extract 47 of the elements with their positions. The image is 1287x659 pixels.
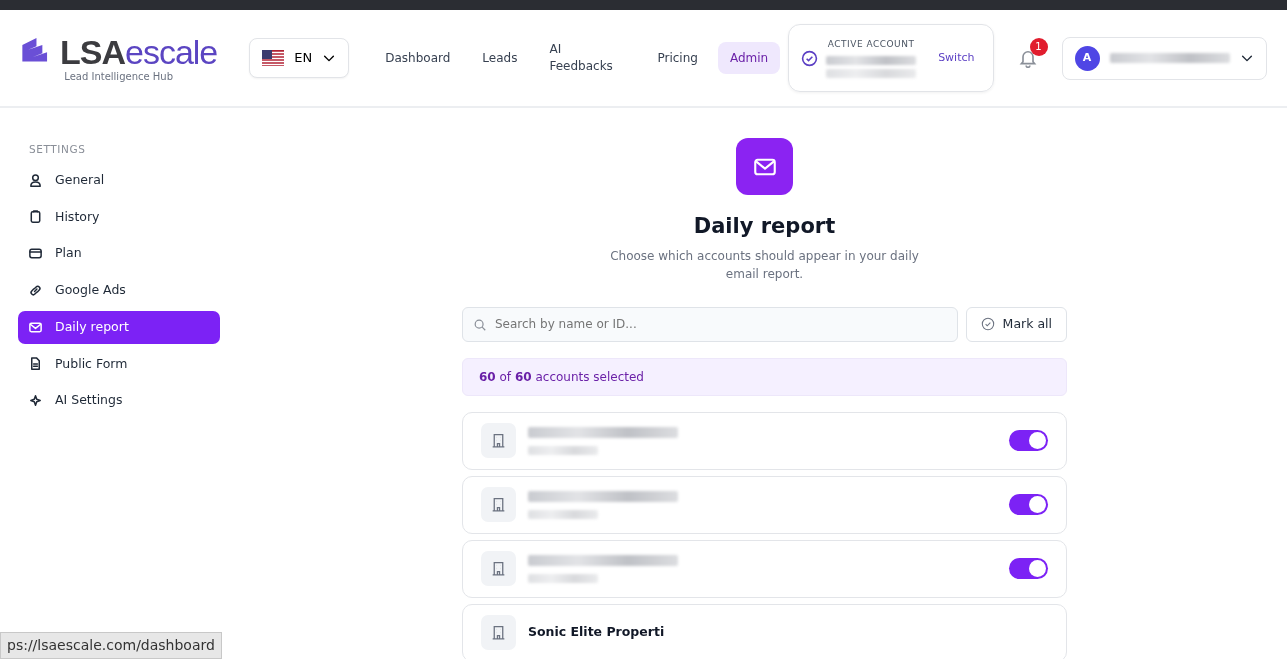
- sidebar-heading: SETTINGS: [28, 142, 87, 157]
- account-name: Sonic Elite Properti: [528, 623, 666, 642]
- check-circle-icon: [801, 49, 819, 67]
- search-field[interactable]: Search by name or ID...: [462, 306, 958, 342]
- user-menu[interactable]: A: [1061, 36, 1267, 80]
- building-icon: [490, 560, 507, 577]
- selection-summary: 60 of 60 accounts selected: [462, 357, 1067, 396]
- redacted-text: [528, 509, 598, 519]
- nav-tab[interactable]: Dashboard: [373, 41, 463, 75]
- sidebar-item[interactable]: History: [18, 200, 220, 234]
- document-icon: [28, 356, 43, 372]
- sidebar-item[interactable]: Google Ads: [18, 274, 220, 307]
- sidebar-item[interactable]: AI Settings: [18, 384, 220, 417]
- building-icon: [490, 432, 507, 449]
- toggle-switch[interactable]: [1009, 494, 1048, 515]
- building-icon: [490, 624, 507, 641]
- switch-link[interactable]: Switch: [932, 48, 981, 68]
- status-url: ps://lsaescale.com/dashboard: [0, 632, 222, 659]
- us-flag-icon: [262, 50, 285, 66]
- nav-tab[interactable]: Pricing: [645, 41, 710, 75]
- sparkle-icon: [28, 393, 43, 409]
- sidebar-item[interactable]: Daily report: [18, 310, 220, 344]
- user-avatar: A: [1074, 45, 1100, 71]
- nav-tab[interactable]: Admin: [717, 41, 781, 75]
- toggle-switch[interactable]: [1009, 558, 1048, 579]
- logo-tagline: Lead Intelligence Hub: [64, 69, 174, 84]
- logo-text: LSA: [60, 32, 125, 71]
- sidebar-item[interactable]: General: [18, 163, 220, 197]
- nav-tab[interactable]: Leads: [470, 41, 530, 75]
- nav-tab[interactable]: AI Feedbacks: [537, 33, 638, 83]
- check-circle-icon: [980, 317, 995, 331]
- page-subtitle: Choose which accounts should appear in your daily email report.: [609, 247, 920, 283]
- redacted-text: [528, 573, 598, 583]
- active-account-label: ACTIVE ACCOUNT: [827, 38, 915, 52]
- mark-all-button[interactable]: Mark all: [965, 306, 1067, 342]
- sidebar-item[interactable]: Plan: [18, 237, 220, 270]
- logo-text: escale: [125, 32, 218, 71]
- page-title: Daily report: [693, 213, 836, 240]
- sidebar-item[interactable]: Public Form: [18, 347, 220, 381]
- toggle-switch[interactable]: [1009, 430, 1048, 451]
- language-dropdown[interactable]: EN: [249, 38, 350, 78]
- building-icon: [490, 496, 507, 513]
- bell-icon[interactable]: [1017, 48, 1038, 69]
- redacted-text: [528, 445, 598, 455]
- person-icon: [28, 172, 43, 188]
- notification-count: 1: [1029, 37, 1048, 56]
- clipboard-icon: [28, 209, 43, 225]
